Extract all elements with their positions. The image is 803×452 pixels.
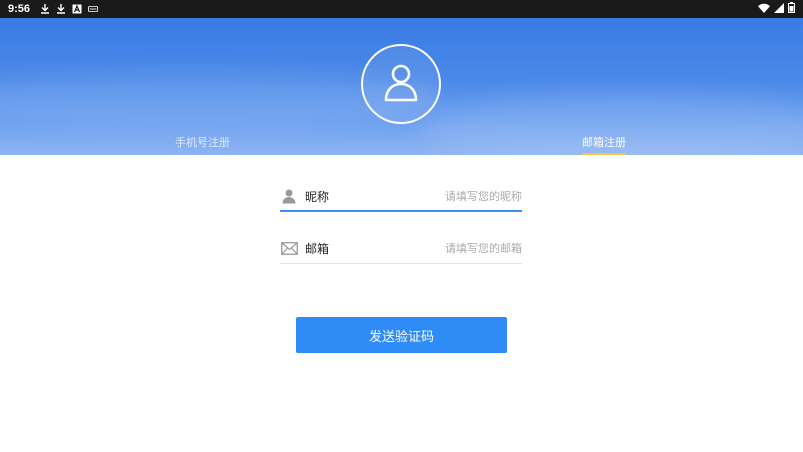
user-icon bbox=[280, 187, 298, 205]
nickname-field: 昵称 bbox=[280, 182, 522, 212]
mail-icon bbox=[280, 240, 298, 258]
battery-icon bbox=[788, 2, 795, 16]
nickname-input[interactable] bbox=[375, 189, 522, 203]
send-code-button[interactable]: 发送验证码 bbox=[296, 317, 507, 353]
notification-icons bbox=[40, 4, 99, 14]
tab-label: 手机号注册 bbox=[175, 136, 230, 149]
a-icon bbox=[72, 4, 82, 14]
user-icon bbox=[382, 62, 420, 106]
wifi-icon bbox=[758, 3, 770, 16]
tab-label: 邮箱注册 bbox=[582, 136, 626, 149]
system-icons bbox=[758, 2, 795, 16]
email-label: 邮箱 bbox=[305, 242, 330, 256]
signal-icon bbox=[774, 2, 784, 16]
tab-phone-register[interactable]: 手机号注册 bbox=[175, 135, 230, 155]
tab-email-register[interactable]: 邮箱注册 bbox=[582, 135, 626, 155]
header-banner: 手机号注册 邮箱注册 bbox=[0, 18, 803, 155]
status-time: 9:56 bbox=[8, 3, 31, 15]
download-icon bbox=[56, 4, 66, 14]
email-input[interactable] bbox=[375, 242, 522, 255]
download-icon bbox=[40, 4, 50, 14]
nickname-label: 昵称 bbox=[305, 189, 330, 204]
shield-icon bbox=[88, 4, 99, 14]
status-bar: 9:56 bbox=[0, 0, 803, 18]
email-field: 邮箱 bbox=[280, 234, 522, 264]
active-tab-indicator bbox=[582, 153, 626, 155]
avatar[interactable] bbox=[361, 44, 441, 124]
